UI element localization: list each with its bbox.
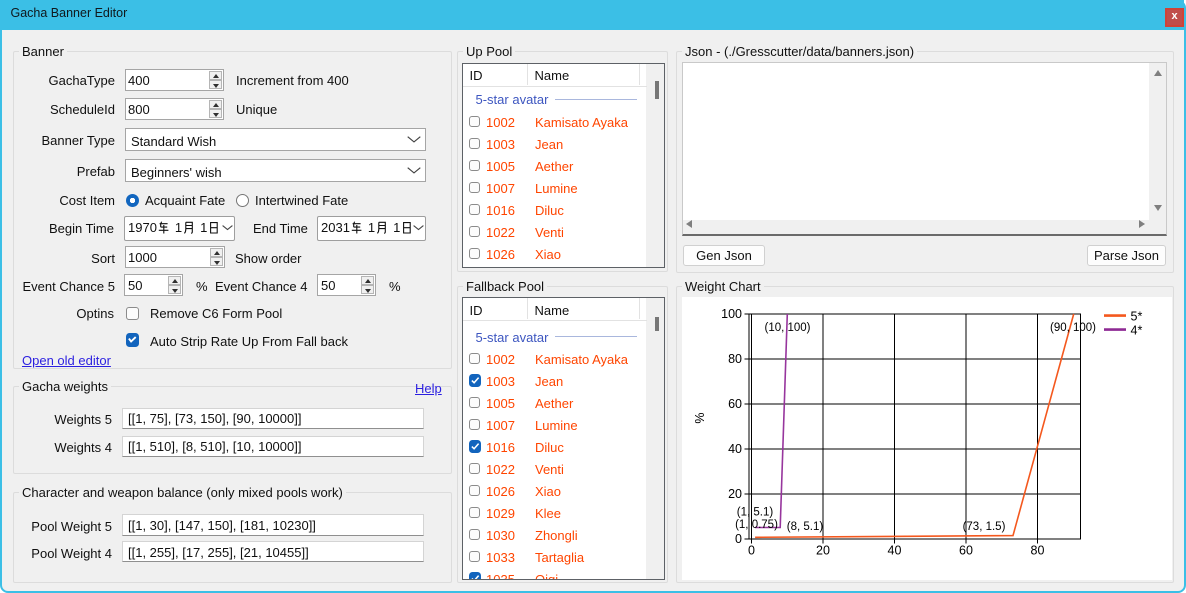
- svg-text:80: 80: [728, 352, 742, 366]
- svg-text:(73, 1.5): (73, 1.5): [963, 521, 1006, 533]
- svg-text:40: 40: [888, 544, 902, 558]
- svg-text:%: %: [693, 412, 707, 423]
- svg-text:60: 60: [959, 544, 973, 558]
- svg-text:80: 80: [1031, 544, 1045, 558]
- svg-text:20: 20: [728, 487, 742, 501]
- svg-text:100: 100: [721, 307, 742, 321]
- svg-text:(10, 100): (10, 100): [764, 322, 810, 334]
- svg-text:0: 0: [748, 544, 755, 558]
- svg-text:60: 60: [728, 397, 742, 411]
- svg-text:(1, 0.75): (1, 0.75): [735, 519, 778, 531]
- svg-text:(8, 5.1): (8, 5.1): [787, 521, 824, 533]
- svg-text:0: 0: [735, 532, 742, 546]
- svg-text:(90, 100): (90, 100): [1050, 322, 1096, 334]
- svg-text:4*: 4*: [1131, 324, 1143, 338]
- svg-text:40: 40: [728, 442, 742, 456]
- svg-text:5*: 5*: [1131, 309, 1143, 323]
- svg-text:20: 20: [816, 544, 830, 558]
- svg-text:(1, 5.1): (1, 5.1): [737, 507, 774, 519]
